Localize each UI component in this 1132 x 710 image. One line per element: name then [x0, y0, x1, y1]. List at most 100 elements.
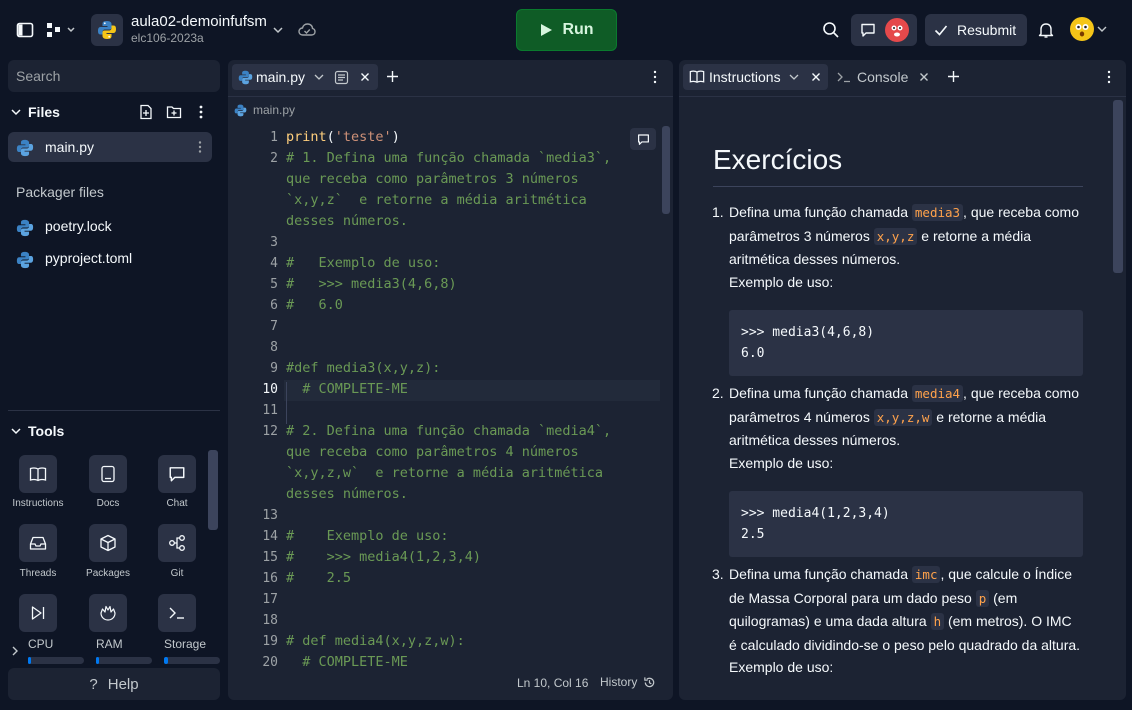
code-line[interactable]: print('teste') — [286, 129, 400, 145]
tool-packages[interactable] — [89, 524, 127, 562]
close-tab-icon[interactable] — [919, 72, 929, 82]
tool-docs[interactable] — [89, 455, 127, 493]
new-tab-icon[interactable] — [386, 70, 399, 83]
tool-chat[interactable] — [158, 455, 196, 493]
code-line[interactable]: # 2. Defina uma função chamada `media4`, — [286, 423, 611, 439]
tools-title[interactable]: Tools — [28, 423, 64, 439]
code-line[interactable]: desses números. — [286, 486, 408, 502]
line-number: 20 — [262, 655, 278, 666]
breadcrumb[interactable]: main.py — [234, 103, 295, 117]
code-line[interactable]: # COMPLETE-ME — [286, 654, 408, 666]
resource-fill — [96, 657, 100, 664]
tool-threads[interactable] — [19, 524, 57, 562]
tool-label: Packages — [86, 568, 130, 579]
new-file-icon[interactable] — [138, 104, 154, 120]
chat-button[interactable] — [851, 14, 917, 46]
help-label: Help — [107, 675, 139, 693]
editor-scrollbar[interactable] — [662, 126, 670, 214]
sidebar: Search Files main.py Packager files poet… — [0, 60, 226, 710]
history-button[interactable]: History — [600, 675, 656, 689]
resource-ram[interactable]: RAM — [96, 637, 152, 664]
python-file-icon — [16, 139, 34, 157]
tool-git[interactable] — [158, 524, 196, 562]
code-line[interactable]: # >>> media4(1,2,3,4) — [286, 549, 481, 565]
instructions-tab[interactable]: Instructions — [683, 64, 828, 90]
code-line[interactable]: # 2.5 — [286, 570, 351, 586]
code-line[interactable]: # 6.0 — [286, 297, 343, 313]
console-tab[interactable]: Console — [835, 64, 935, 90]
files-more-icon[interactable] — [196, 104, 206, 120]
status-position[interactable]: Ln 10, Col 16 — [517, 676, 588, 690]
tool-debugger[interactable] — [19, 594, 57, 632]
new-folder-icon[interactable] — [166, 104, 182, 120]
file-menu-icon[interactable] — [196, 140, 204, 154]
tab-chevron-icon[interactable] — [789, 73, 799, 81]
resource-storage[interactable]: Storage — [164, 637, 220, 664]
repl-name[interactable]: aula02-demoinfufsm — [131, 13, 267, 30]
sidebar-toggle-icon[interactable] — [16, 21, 34, 39]
editor-tab[interactable]: main.py — [232, 64, 378, 90]
console-icon — [837, 72, 851, 83]
help-button[interactable]: ? Help — [8, 668, 220, 700]
code-line[interactable]: que receba como parâmetros 3 números — [286, 171, 579, 187]
repl-menu-icon[interactable] — [46, 22, 78, 38]
tool-console[interactable] — [158, 594, 196, 632]
shell-icon — [99, 604, 117, 622]
chevron-down-icon[interactable] — [272, 25, 284, 35]
example-label: Exemplo de uso: — [729, 454, 834, 471]
files-chevron-icon[interactable] — [10, 107, 22, 117]
close-tab-icon[interactable] — [360, 72, 370, 82]
new-tab-icon[interactable] — [947, 70, 960, 83]
code-block[interactable]: >>> media4(1,2,3,4) 2.5 — [729, 491, 1083, 557]
code-line[interactable]: # def media4(x,y,z,w): — [286, 633, 465, 649]
code-line[interactable]: #def media3(x,y,z): — [286, 360, 440, 376]
line-number: 5 — [270, 277, 278, 292]
resubmit-button[interactable]: Resubmit — [925, 14, 1027, 46]
search-icon[interactable] — [822, 21, 840, 39]
code-area[interactable]: 1 print('teste') 2 # 1. Defina uma função c… — [228, 126, 660, 666]
list-item: 2. Defina uma função chamada media4, que… — [712, 382, 1083, 557]
code-line[interactable]: # >>> media3(4,6,8) — [286, 276, 457, 292]
line-number: 15 — [262, 550, 278, 565]
line-number: 11 — [262, 403, 278, 418]
item-text: Defina uma função chamada — [729, 566, 912, 582]
resource-cpu[interactable]: CPU — [28, 637, 84, 664]
run-button[interactable]: Run — [516, 9, 617, 51]
tools-scrollbar[interactable] — [208, 450, 218, 530]
tool-shell[interactable] — [89, 594, 127, 632]
code-line[interactable]: # Exemplo de uso: — [286, 255, 440, 271]
code-line[interactable]: `x,y,z` e retorne a média aritmética — [286, 192, 587, 208]
code-line[interactable]: # Exemplo de uso: — [286, 528, 449, 544]
repl-owner[interactable]: elc106-2023a — [131, 31, 204, 45]
instructions-scrollbar[interactable] — [1113, 100, 1123, 273]
tools-chevron-icon[interactable] — [10, 426, 22, 436]
file-item-pyproject-toml[interactable]: pyproject.toml — [8, 244, 212, 274]
python-logo-icon[interactable] — [91, 14, 123, 46]
bell-icon[interactable] — [1038, 21, 1054, 39]
pane-menu-icon[interactable] — [1106, 70, 1112, 84]
code-block[interactable]: >>> media3(4,6,8) 6.0 — [729, 310, 1083, 376]
code-line[interactable]: que receba como parâmetros 4 números — [286, 444, 579, 460]
resources-chevron-icon[interactable] — [11, 645, 19, 657]
file-item-main-py[interactable]: main.py — [8, 132, 212, 162]
cloud-sync-icon[interactable] — [298, 22, 316, 38]
search-input[interactable]: Search — [8, 60, 220, 92]
line-number: 8 — [270, 340, 278, 355]
code-line[interactable]: `x,y,z,w` e retorne a média aritmética — [286, 465, 603, 481]
editor-menu-icon[interactable] — [652, 70, 658, 84]
outline-icon[interactable] — [334, 70, 349, 85]
files-title[interactable]: Files — [28, 104, 60, 120]
avatar-chevron-icon[interactable] — [1097, 25, 1107, 33]
file-item-poetry-lock[interactable]: poetry.lock — [8, 212, 212, 242]
comment-icon[interactable] — [630, 128, 656, 150]
packager-title: Packager files — [16, 184, 104, 200]
tab-chevron-icon[interactable] — [314, 73, 324, 81]
line-number: 2 — [270, 151, 278, 166]
close-tab-icon[interactable] — [811, 72, 821, 82]
tool-instructions[interactable] — [19, 455, 57, 493]
code-line[interactable]: desses números. — [286, 213, 408, 229]
avatar[interactable] — [1070, 17, 1094, 41]
code-line[interactable]: # COMPLETE-ME — [286, 381, 408, 397]
code-line[interactable]: # 1. Defina uma função chamada `media3`, — [286, 150, 611, 166]
debugger-icon — [30, 605, 46, 621]
